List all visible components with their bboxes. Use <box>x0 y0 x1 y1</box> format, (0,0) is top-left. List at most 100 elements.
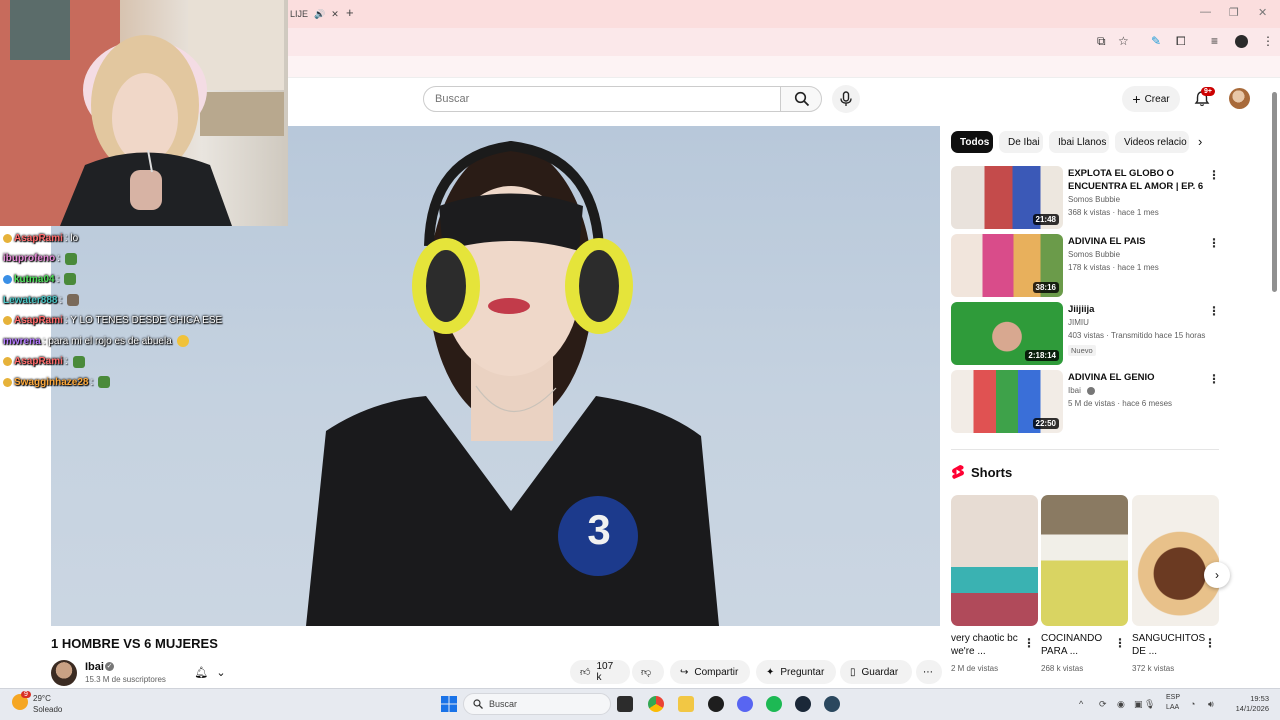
chat-emote-icon <box>64 273 77 286</box>
create-button[interactable]: + Crear <box>1122 86 1180 112</box>
more-vertical-icon[interactable]: ⋮ <box>1208 372 1220 386</box>
tray-microphone-icon[interactable]: 🎙︎ <box>1144 699 1155 710</box>
more-vertical-icon[interactable]: ⋮ <box>1023 636 1035 650</box>
extension-icon[interactable]: ✎ <box>1151 34 1161 48</box>
chip-related-videos[interactable]: Videos relacio <box>1115 131 1189 153</box>
search-input[interactable] <box>423 86 781 112</box>
related-video-channel[interactable]: JIMIU <box>1068 318 1089 327</box>
related-video[interactable]: 22:50 ADIVINA EL GENIO Ibai 5 M de vista… <box>951 370 1221 434</box>
related-video-channel[interactable]: Ibai <box>1068 386 1081 395</box>
minimize-button[interactable]: — <box>1200 6 1211 18</box>
chat-text: : <box>90 376 94 388</box>
chrome-icon[interactable] <box>648 696 664 712</box>
related-video-title[interactable]: EXPLOTA EL GLOBO O ENCUENTRA EL AMOR | E… <box>1068 167 1206 193</box>
dislike-button[interactable]: 👎︎ <box>632 660 664 684</box>
chevron-right-icon[interactable]: › <box>1204 562 1230 588</box>
search-button[interactable] <box>780 86 822 112</box>
video-thumbnail[interactable]: 38:16 <box>951 234 1063 297</box>
window-close-button[interactable]: ✕ <box>1258 6 1267 19</box>
steam-secondary-icon[interactable] <box>824 696 840 712</box>
chip-ibai-llanos[interactable]: Ibai Llanos <box>1049 131 1109 153</box>
video-thumbnail[interactable]: 22:50 <box>951 370 1063 433</box>
video-thumbnail[interactable]: 2:18:14 <box>951 302 1063 365</box>
channel-name[interactable]: Ibai <box>85 661 104 673</box>
more-vertical-icon[interactable]: ⋮ <box>1114 636 1126 650</box>
short-title[interactable]: COCINANDO PARA ... <box>1041 632 1117 658</box>
chat-username: AsapRami <box>14 356 63 368</box>
ask-button[interactable]: ✦ Preguntar <box>756 660 836 684</box>
short-title[interactable]: very chaotic bc we're ... <box>951 632 1027 658</box>
voice-search-button[interactable] <box>832 85 860 113</box>
reading-list-icon[interactable]: ≡ <box>1211 34 1218 48</box>
chips-next-icon[interactable]: › <box>1198 134 1202 149</box>
chat-message: AsapRami : Y LO TENES DESDE CHICA ESE <box>0 310 290 331</box>
page-scrollbar[interactable] <box>1270 80 1280 688</box>
subscriber-count: 15.3 M de suscriptores <box>85 675 166 684</box>
taskbar-search-box[interactable]: Buscar <box>463 693 611 715</box>
extensions-puzzle-icon[interactable]: ⧠ <box>1176 34 1186 49</box>
share-button[interactable]: ↪ Compartir <box>670 660 750 684</box>
related-video-channel[interactable]: Somos Bubbie <box>1068 250 1120 259</box>
spotify-icon[interactable] <box>766 696 782 712</box>
create-label: Crear <box>1144 93 1170 105</box>
restore-button[interactable]: ❐ <box>1229 6 1239 19</box>
install-app-icon[interactable]: ⧉ <box>1097 34 1106 49</box>
like-button[interactable]: 👍︎ 107 k <box>570 660 630 684</box>
volume-icon[interactable]: 🔊︎ <box>1208 699 1214 710</box>
short-thumbnail[interactable] <box>951 495 1038 626</box>
related-video-title[interactable]: ADIVINA EL PAIS <box>1068 235 1206 248</box>
file-explorer-icon[interactable] <box>678 696 694 712</box>
related-video-channel[interactable]: Somos Bubbie <box>1068 195 1120 204</box>
chat-emote-icon <box>72 355 85 368</box>
short-thumbnail[interactable] <box>1041 495 1128 626</box>
tray-app-icon[interactable]: ▣ <box>1134 699 1143 710</box>
scrollbar-thumb[interactable] <box>1272 92 1277 292</box>
task-view-icon[interactable] <box>617 696 633 712</box>
tray-app-icon[interactable]: ⟳ <box>1099 699 1107 710</box>
sparkle-icon: ✦ <box>766 666 775 678</box>
chat-message: Lewater888 : <box>0 290 290 311</box>
tray-app-icon[interactable]: ◉ <box>1117 699 1125 710</box>
related-video-meta: 178 k vistas · hace 1 mes <box>1068 263 1159 272</box>
related-video[interactable]: 21:48 EXPLOTA EL GLOBO O ENCUENTRA EL AM… <box>951 166 1221 230</box>
short-title[interactable]: SANGUCHITOS DE ... <box>1132 632 1208 658</box>
bookmark-star-icon[interactable]: ☆ <box>1118 34 1129 48</box>
more-actions-button[interactable]: ⋯ <box>916 660 942 684</box>
more-vertical-icon[interactable]: ⋮ <box>1204 636 1216 650</box>
browser-menu-icon[interactable]: ⋮ <box>1262 34 1274 48</box>
profile-icon[interactable] <box>1235 35 1248 48</box>
subscription-notifications-button[interactable]: 🔔︎ ⌄ <box>186 660 234 684</box>
channel-avatar[interactable] <box>51 660 77 686</box>
input-language-variant[interactable]: LAA <box>1166 704 1179 711</box>
related-video[interactable]: 2:18:14 Jiijiija JIMIU 403 vistas · Tran… <box>951 302 1221 366</box>
clock-date[interactable]: 14/1/2026 <box>1226 704 1269 713</box>
windows-start-icon[interactable] <box>441 696 457 712</box>
wifi-icon[interactable]: ◔ <box>1190 699 1195 709</box>
short-thumbnail[interactable] <box>1132 495 1219 626</box>
more-vertical-icon[interactable]: ⋮ <box>1208 304 1220 318</box>
webcam-overlay <box>0 0 288 226</box>
related-video-title[interactable]: ADIVINA EL GENIO <box>1068 371 1206 384</box>
chip-all[interactable]: Todos <box>951 131 993 153</box>
related-video-title[interactable]: Jiijiija <box>1068 303 1206 316</box>
account-avatar[interactable] <box>1229 88 1250 109</box>
more-vertical-icon[interactable]: ⋮ <box>1208 168 1220 182</box>
discord-icon[interactable] <box>737 696 753 712</box>
verified-check-icon <box>1087 387 1095 395</box>
browser-tab[interactable]: LIJE 🔊 ✕ <box>288 3 340 25</box>
related-video[interactable]: 38:16 ADIVINA EL PAIS Somos Bubbie 178 k… <box>951 234 1221 298</box>
clock-time[interactable]: 19:53 <box>1231 694 1269 703</box>
speaker-icon[interactable]: 🔊 <box>314 9 325 20</box>
save-button[interactable]: ▯ Guardar <box>840 660 912 684</box>
chat-badge-icon <box>3 377 12 387</box>
tray-overflow-icon[interactable]: ^ <box>1079 699 1083 709</box>
tab-close-icon[interactable]: ✕ <box>331 9 339 20</box>
more-vertical-icon[interactable]: ⋮ <box>1208 236 1220 250</box>
obs-icon[interactable] <box>708 696 724 712</box>
new-tab-button[interactable]: + <box>346 5 354 20</box>
input-language[interactable]: ESP <box>1166 694 1180 701</box>
thumbs-down-icon: 👎︎ <box>641 667 652 678</box>
chip-de-ibai[interactable]: De Ibai <box>999 131 1043 153</box>
steam-icon[interactable] <box>795 696 811 712</box>
video-thumbnail[interactable]: 21:48 <box>951 166 1063 229</box>
